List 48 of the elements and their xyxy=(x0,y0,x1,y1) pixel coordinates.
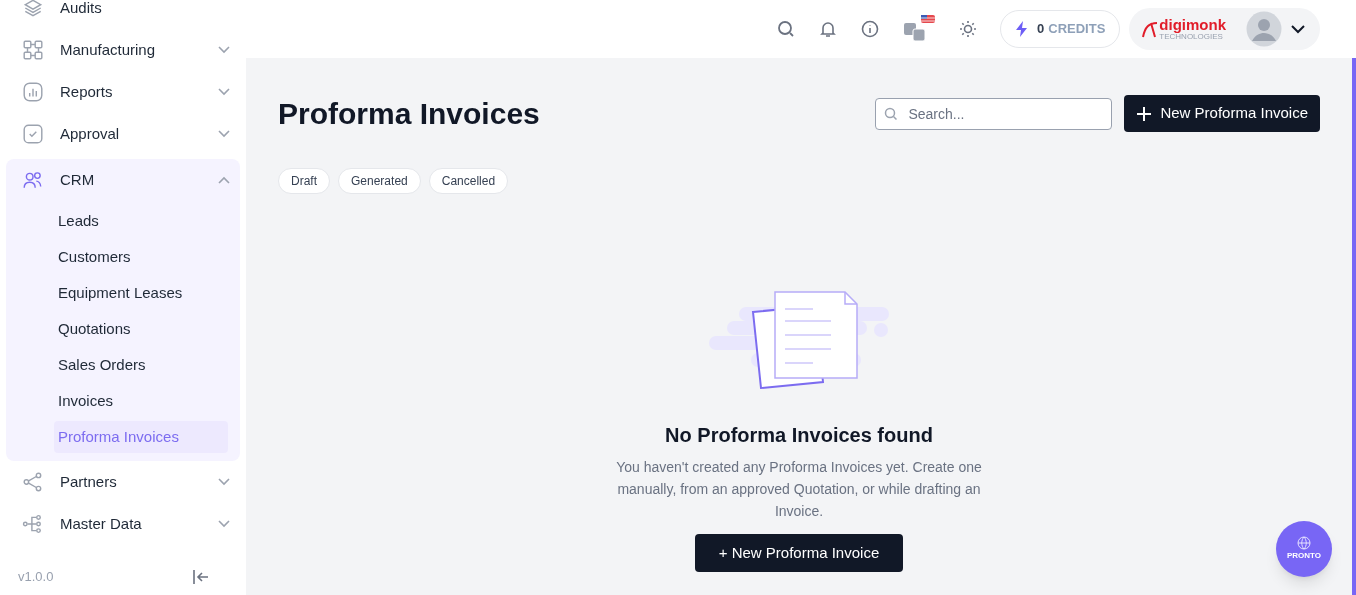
submenu-item[interactable]: Customers xyxy=(54,241,228,273)
version-label: v1.0.0 xyxy=(18,568,54,586)
submenu-item[interactable]: Invoices xyxy=(54,385,228,417)
checkbox-icon xyxy=(22,123,44,145)
submenu-item[interactable]: Sales Orders xyxy=(54,349,228,381)
share-icon xyxy=(22,471,44,493)
assistant-button[interactable]: PRONTO xyxy=(1276,521,1332,577)
collapse-sidebar-icon[interactable] xyxy=(192,567,210,586)
sidebar-item[interactable]: Manufacturing xyxy=(6,29,240,71)
plus-icon xyxy=(1136,105,1153,122)
sun-icon[interactable] xyxy=(958,19,979,39)
globe-icon xyxy=(1297,536,1311,550)
lightning-icon xyxy=(1015,21,1030,37)
filter-chip[interactable]: Cancelled xyxy=(428,168,509,194)
sidebar-item[interactable]: Audits xyxy=(6,0,240,29)
sidebar-item[interactable]: Reports xyxy=(6,71,240,113)
submenu-item[interactable]: Leads xyxy=(54,205,228,237)
scrollbar[interactable] xyxy=(1352,58,1356,595)
layers-icon xyxy=(22,0,44,19)
grid-icon xyxy=(22,39,44,61)
new-invoice-button[interactable]: New Proforma Invoice xyxy=(1124,95,1320,132)
submenu-item[interactable]: Quotations xyxy=(54,313,228,345)
info-icon[interactable] xyxy=(860,19,881,39)
account-menu[interactable]: digimonk TECHNOLOGIES xyxy=(1129,8,1320,50)
submenu-item[interactable]: Equipment Leases xyxy=(54,277,228,309)
logo-mark-icon xyxy=(1141,19,1160,39)
sidebar-item[interactable]: Approval xyxy=(6,113,240,155)
empty-state-message: You haven't created any Proforma Invoices yet. Create one manually, from an approved Quotation, or while drafting an Invoice. xyxy=(615,458,983,521)
sidebar-item[interactable]: Partners xyxy=(6,461,240,503)
avatar-icon xyxy=(1246,11,1282,47)
users-icon xyxy=(22,169,44,191)
credits-button[interactable]: 0 CREDITS xyxy=(1000,10,1121,48)
chart-icon xyxy=(22,81,44,103)
hierarchy-icon xyxy=(22,513,44,535)
filter-chip[interactable]: Generated xyxy=(338,168,421,194)
caret-icon xyxy=(1290,24,1306,34)
new-invoice-button[interactable]: + New Proforma Invoice xyxy=(694,534,904,572)
empty-state-title: No Proforma Invoices found xyxy=(665,423,933,448)
sidebar-item[interactable]: CRM xyxy=(6,159,240,201)
page-title: Proforma Invoices xyxy=(278,96,540,132)
notification-bell-icon[interactable] xyxy=(818,19,839,39)
logo-subtext: TECHNOLOGIES xyxy=(1159,33,1223,41)
search-field[interactable]: Search... xyxy=(875,97,1113,130)
sidebar-item[interactable]: Master Data xyxy=(6,503,240,545)
translate-icon[interactable] xyxy=(902,15,937,43)
search-icon xyxy=(884,106,899,121)
logo-text: digimonk xyxy=(1159,17,1226,32)
filter-chip[interactable]: Draft xyxy=(278,168,330,194)
